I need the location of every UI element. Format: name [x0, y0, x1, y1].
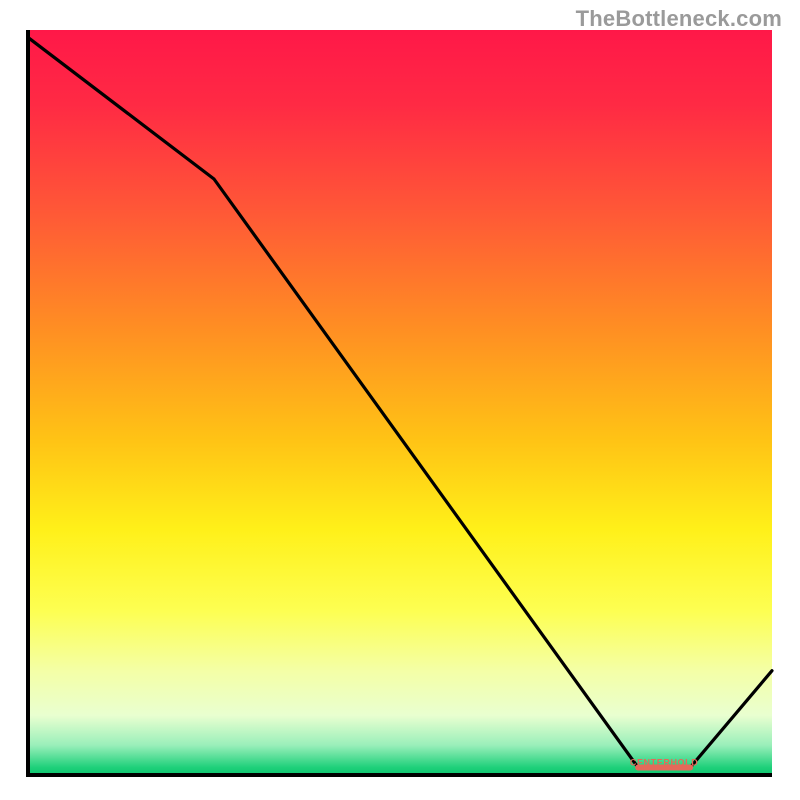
- accent-label: CENTERHOLD: [630, 758, 699, 768]
- plot-area: CENTERHOLD: [25, 28, 775, 778]
- plot-svg: CENTERHOLD: [25, 28, 775, 778]
- gradient-background: [28, 30, 772, 775]
- chart-stage: TheBottleneck.com CENTERHOLD: [0, 0, 800, 800]
- watermark-text: TheBottleneck.com: [576, 6, 782, 32]
